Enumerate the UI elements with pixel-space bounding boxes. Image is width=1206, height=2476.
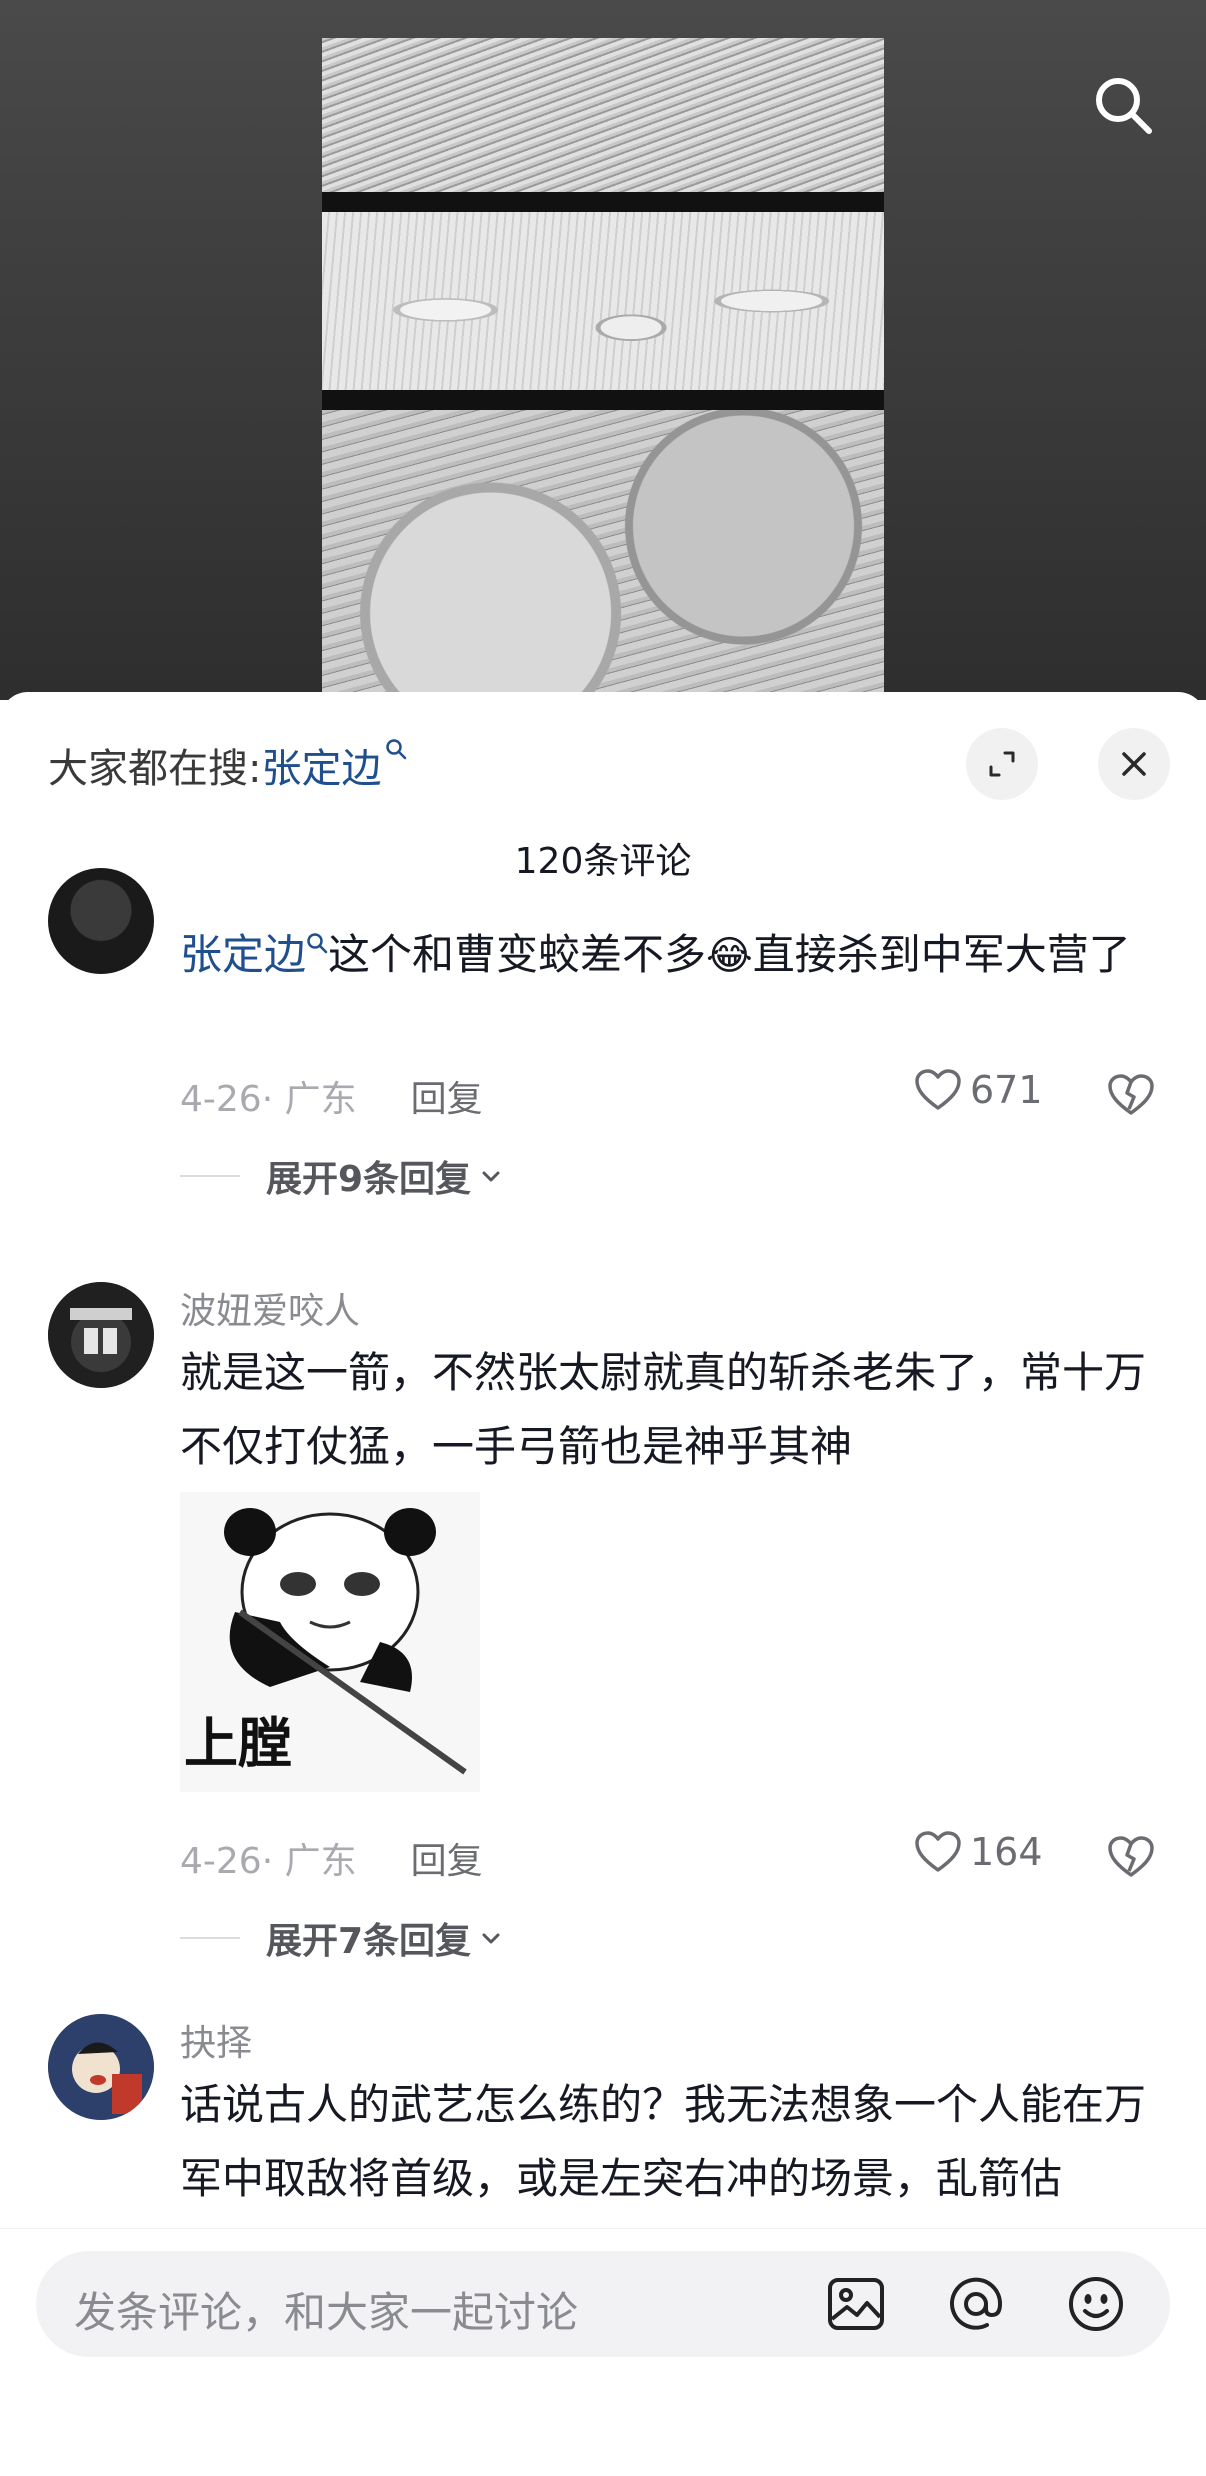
hot-search-bar: 大家都在搜: 张定边 <box>48 736 407 794</box>
avatar[interactable] <box>48 1282 154 1388</box>
like-button[interactable]: 164 <box>914 1830 1043 1874</box>
comment-input-placeholder: 发条评论，和大家一起讨论 <box>74 2288 579 2337</box>
comment-meta: 4-26· 广东 回复 <box>180 1070 483 1122</box>
comment-author[interactable]: 抉择 <box>180 2014 252 2066</box>
laugh-cry-emoji: 😂 <box>706 933 753 979</box>
expand-button[interactable] <box>966 728 1038 800</box>
reply-button[interactable]: 回复 <box>411 1832 483 1884</box>
comment-input-area: 发条评论，和大家一起讨论 <box>0 2228 1206 2476</box>
dislike-button[interactable] <box>1104 1068 1158 1122</box>
heart-icon <box>915 1069 961 1110</box>
date-location: 4-26· 广东 <box>180 1079 357 1120</box>
sticker-image[interactable]: 上膛 <box>180 1492 480 1792</box>
expand-replies-label: 展开7条回复 <box>266 1921 472 1962</box>
avatar[interactable] <box>48 868 154 974</box>
avatar[interactable] <box>48 2014 154 2120</box>
image-icon[interactable] <box>826 2274 886 2334</box>
reply-button[interactable]: 回复 <box>411 1070 483 1122</box>
sheet-header: 大家都在搜: 张定边 120条评论 <box>0 692 1206 882</box>
video-player[interactable] <box>0 0 1206 700</box>
hot-search-prefix: 大家都在搜: <box>48 746 262 792</box>
date-location: 4-26· 广东 <box>180 1841 357 1882</box>
like-count: 671 <box>970 1068 1043 1112</box>
divider <box>180 1937 240 1939</box>
search-icon <box>386 739 407 760</box>
comment-text: 话说古人的武艺怎么练的？我无法想象一个人能在万军中取敌将首级，或是左突右冲的场景… <box>180 2080 1147 2203</box>
like-button[interactable]: 671 <box>914 1068 1043 1112</box>
comment-text: 张定边 这个和曹变蛟差不多😂直接杀到中军大营了 <box>180 930 1131 979</box>
heart-icon <box>915 1831 961 1872</box>
dislike-button[interactable] <box>1104 1830 1158 1884</box>
emoji-icon[interactable] <box>1066 2274 1126 2334</box>
expand-replies-label: 展开9条回复 <box>266 1159 472 1200</box>
broken-heart-icon <box>1108 1074 1154 1115</box>
divider <box>180 1175 240 1177</box>
sticker-caption: 上膛 <box>184 1712 292 1775</box>
expand-replies-button[interactable]: 展开9条回复 <box>180 1150 505 1202</box>
manga-panel <box>322 212 884 390</box>
chevron-down-icon <box>482 1933 500 1944</box>
comment-sheet: 大家都在搜: 张定边 120条评论 张定边 这个和曹变蛟差不多😂直接杀到中军大营… <box>0 692 1206 2476</box>
comment-item: 波妞爱咬人 就是这一箭，不然张太尉就真的斩杀老朱了，常十万不仅打仗猛，一手弓箭也… <box>0 1282 1206 1982</box>
close-button[interactable] <box>1098 728 1170 800</box>
comment-author[interactable]: 波妞爱咬人 <box>180 1282 360 1334</box>
search-icon <box>307 933 328 954</box>
expand-replies-button[interactable]: 展开7条回复 <box>180 1912 505 1964</box>
manga-panel <box>322 410 884 700</box>
close-icon <box>1122 752 1146 776</box>
mention-link[interactable]: 张定边 <box>180 930 328 979</box>
manga-image <box>322 38 884 700</box>
at-icon[interactable] <box>946 2274 1006 2334</box>
comment-count: 120条评论 <box>514 841 692 882</box>
manga-panel <box>322 38 884 192</box>
broken-heart-icon <box>1108 1836 1154 1877</box>
comment-item: 抉择 话说古人的武艺怎么练的？我无法想象一个人能在万军中取敌将首级，或是左突右冲… <box>0 2014 1206 2244</box>
hot-search-link[interactable]: 张定边 <box>261 736 407 794</box>
hot-search-term[interactable]: 张定边 <box>261 736 381 794</box>
comment-input[interactable]: 发条评论，和大家一起讨论 <box>36 2251 1170 2357</box>
expand-icon <box>989 751 1015 777</box>
chevron-down-icon <box>482 1171 500 1182</box>
comment-text: 就是这一箭，不然张太尉就真的斩杀老朱了，常十万不仅打仗猛，一手弓箭也是神乎其神 <box>180 1348 1147 1471</box>
search-icon[interactable] <box>1088 70 1158 140</box>
comment-meta: 4-26· 广东 回复 <box>180 1832 483 1884</box>
like-count: 164 <box>970 1830 1043 1874</box>
